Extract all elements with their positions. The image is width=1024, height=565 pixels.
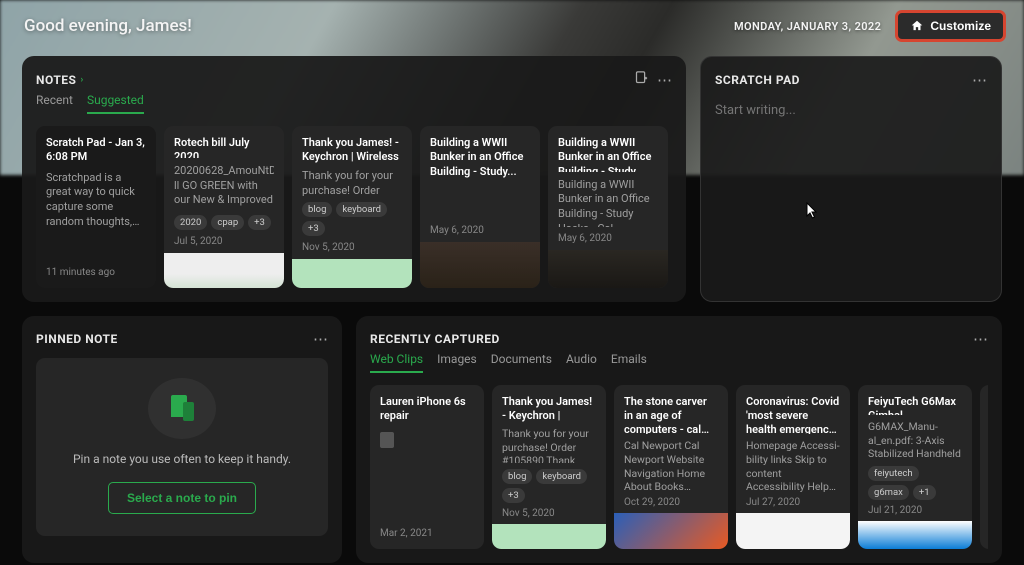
customize-button[interactable]: Customize xyxy=(895,10,1006,42)
recent-cards: Lauren iPhone 6s repair Mar 2, 2021 Than… xyxy=(370,385,988,549)
header-bar: Good evening, James! MONDAY, JANUARY 3, … xyxy=(0,0,1024,56)
recent-card[interactable]: Thank you James! - Keychron | Wireless M… xyxy=(492,385,606,549)
scratch-title: SCRATCH PAD xyxy=(715,73,800,87)
thumbnail-icon xyxy=(614,513,728,549)
scratch-input[interactable] xyxy=(715,103,987,253)
note-card[interactable]: Scratch Pad - Jan 3, 6:08 PM Scratchpad … xyxy=(36,126,156,288)
notes-title[interactable]: NOTES › xyxy=(36,73,84,87)
pin-illustration-icon xyxy=(148,378,216,439)
notes-panel: NOTES › ⋯ Recent Suggested Scratch Pad -… xyxy=(22,56,686,302)
tab-audio[interactable]: Audio xyxy=(566,352,597,373)
recent-title: RECENTLY CAPTURED xyxy=(370,332,500,346)
thumbnail-icon xyxy=(164,253,284,288)
new-note-icon[interactable] xyxy=(634,70,649,89)
note-card[interactable]: Building a WWII Bunker in an Office Buil… xyxy=(420,126,540,288)
thumbnail-icon xyxy=(858,521,972,549)
tab-recent[interactable]: Recent xyxy=(36,93,73,114)
tab-web-clips[interactable]: Web Clips xyxy=(370,352,423,373)
more-icon[interactable]: ⋯ xyxy=(313,330,328,348)
thumbnail-icon xyxy=(420,242,540,288)
pinned-help-text: Pin a note you use often to keep it hand… xyxy=(73,451,291,468)
thumbnail-icon xyxy=(492,524,606,549)
tab-images[interactable]: Images xyxy=(437,352,477,373)
pinned-title: PINNED NOTE xyxy=(36,332,118,346)
tab-documents[interactable]: Documents xyxy=(491,352,552,373)
thumbnail-icon xyxy=(292,259,412,288)
greeting-text: Good evening, James! xyxy=(24,16,192,36)
more-icon[interactable]: ⋯ xyxy=(973,330,988,348)
thumbnail-icon xyxy=(736,513,850,549)
customize-label: Customize xyxy=(930,19,991,33)
recent-card[interactable]: Coronavirus: Covid 'most severe health e… xyxy=(736,385,850,549)
select-note-to-pin-button[interactable]: Select a note to pin xyxy=(108,482,256,514)
thumbnail-icon xyxy=(548,250,668,288)
pinned-note-panel: PINNED NOTE ⋯ Pin a note you use often t… xyxy=(22,316,342,563)
home-icon xyxy=(910,19,924,33)
recent-card[interactable]: Lauren iPhone 6s repair Mar 2, 2021 xyxy=(370,385,484,549)
note-card[interactable]: Rotech bill July 2020 20200628_AmouNtDue… xyxy=(164,126,284,288)
note-card[interactable]: Thank you James! - Keychron | Wireless M… xyxy=(292,126,412,288)
notes-cards: Scratch Pad - Jan 3, 6:08 PM Scratchpad … xyxy=(36,126,672,288)
date-text: MONDAY, JANUARY 3, 2022 xyxy=(734,20,881,33)
tab-emails[interactable]: Emails xyxy=(611,352,647,373)
recent-card[interactable]: FeiyuTech G6Max Gimbal G6MAX_Manu-al_en.… xyxy=(858,385,972,549)
tab-suggested[interactable]: Suggested xyxy=(87,93,144,114)
chevron-right-icon: › xyxy=(80,75,83,85)
scratch-pad-panel: SCRATCH PAD ⋯ xyxy=(700,56,1002,302)
recently-captured-panel: RECENTLY CAPTURED ⋯ Web Clips Images Doc… xyxy=(356,316,1002,563)
more-icon[interactable]: ⋯ xyxy=(972,71,987,89)
note-card[interactable]: Building a WWII Bunker in an Office Buil… xyxy=(548,126,668,288)
recent-card[interactable]: The stone carver in an age of computers … xyxy=(614,385,728,549)
document-icon xyxy=(380,432,394,448)
more-icon[interactable]: ⋯ xyxy=(657,71,672,89)
recent-card[interactable]: Sun J Wash xyxy=(980,385,988,549)
